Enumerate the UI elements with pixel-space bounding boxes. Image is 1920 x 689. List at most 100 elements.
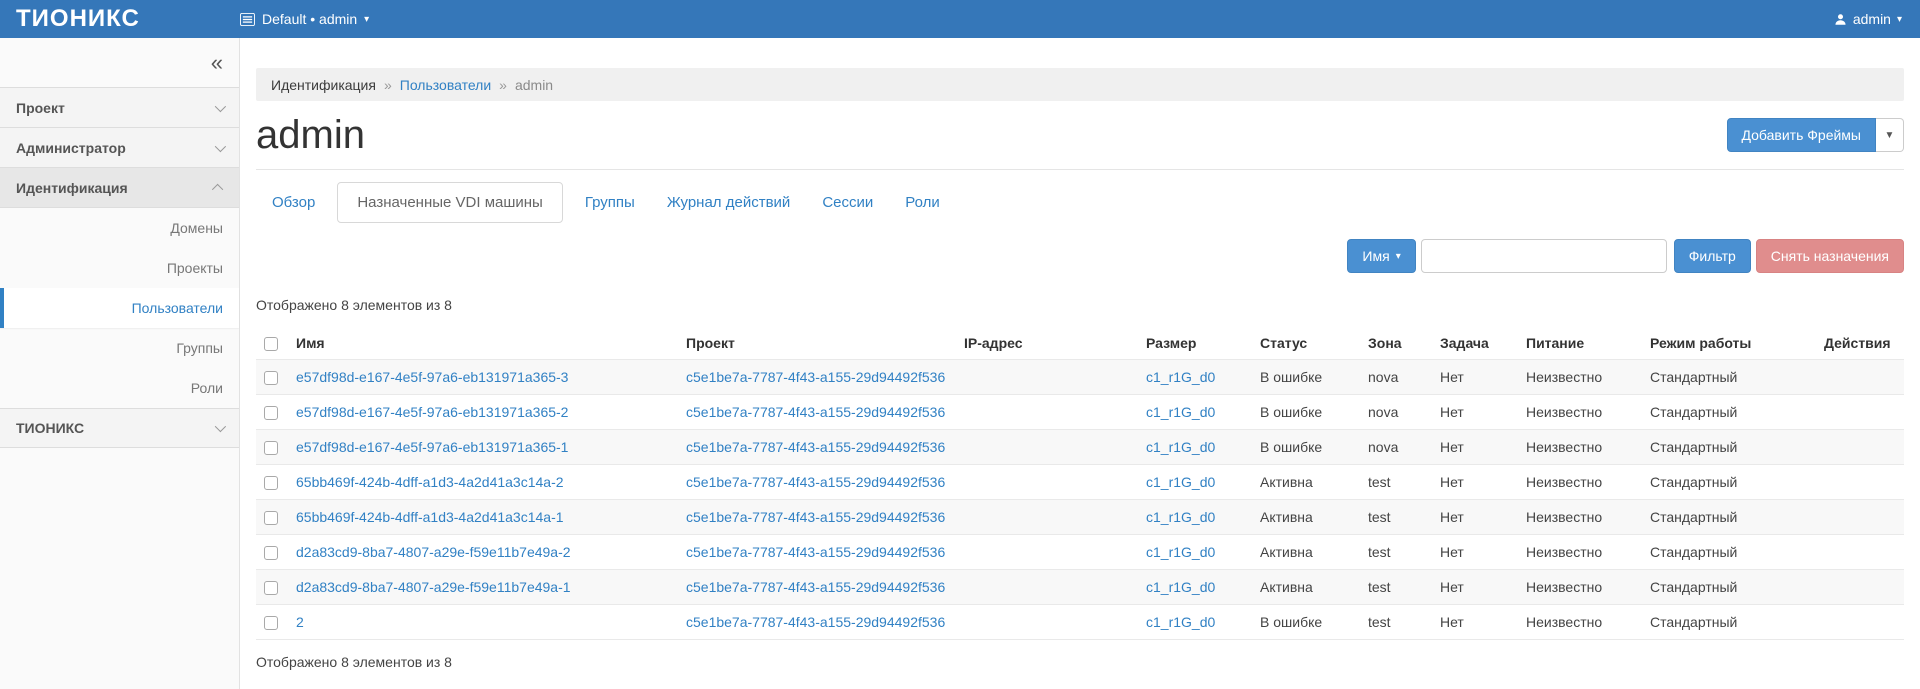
breadcrumb-separator: » [384,77,392,93]
column-header-ip: IP-адрес [956,327,1138,360]
breadcrumb-link-users[interactable]: Пользователи [400,77,491,93]
zone-cell: test [1360,570,1432,605]
sidebar-collapse-row: « [0,38,239,88]
sidebar-collapse-button[interactable]: « [211,52,223,74]
actions-cell [1816,605,1904,640]
column-header-actions: Действия [1816,327,1904,360]
user-icon [1834,13,1847,26]
size-link[interactable]: c1_r1G_d0 [1146,509,1215,525]
actions-cell [1816,500,1904,535]
row-checkbox[interactable] [264,511,278,525]
sidebar-item-domains[interactable]: Домены [0,208,239,248]
remove-assignments-button[interactable]: Снять назначения [1756,239,1904,273]
sidebar-item-label: Роли [191,380,223,396]
row-checkbox[interactable] [264,546,278,560]
breadcrumb-root: Идентификация [271,77,376,93]
size-link[interactable]: c1_r1G_d0 [1146,369,1215,385]
sidebar-section-label: ТИОНИКС [16,420,84,436]
project-link[interactable]: c5e1be7a-7787-4f43-a155-29d94492f536 [686,579,945,595]
zone-cell: nova [1360,395,1432,430]
filter-field-dropdown[interactable]: Имя ▾ [1347,239,1415,273]
chevron-down-icon: ▾ [1897,15,1902,25]
zone-cell: test [1360,605,1432,640]
row-checkbox[interactable] [264,371,278,385]
vm-name-link[interactable]: 65bb469f-424b-4dff-a1d3-4a2d41a3c14a-1 [296,509,564,525]
sidebar-item-users[interactable]: Пользователи [0,288,239,328]
row-checkbox[interactable] [264,616,278,630]
actions-cell [1816,570,1904,605]
project-link[interactable]: c5e1be7a-7787-4f43-a155-29d94492f536 [686,544,945,560]
tab-roles[interactable]: Роли [889,183,956,222]
vm-name-link[interactable]: 65bb469f-424b-4dff-a1d3-4a2d41a3c14a-2 [296,474,564,490]
sidebar-item-projects[interactable]: Проекты [0,248,239,288]
tab-action-log[interactable]: Журнал действий [651,183,806,222]
actions-cell [1816,535,1904,570]
sidebar-section-identity[interactable]: Идентификация [0,168,239,208]
table-row: d2a83cd9-8ba7-4807-a29e-f59e11b7e49a-1 c… [256,570,1904,605]
task-cell: Нет [1432,430,1518,465]
power-cell: Неизвестно [1518,360,1642,395]
chevron-down-icon [215,140,226,151]
size-link[interactable]: c1_r1G_d0 [1146,404,1215,420]
status-cell: В ошибке [1252,395,1360,430]
task-cell: Нет [1432,500,1518,535]
select-all-checkbox[interactable] [264,337,278,351]
mode-cell: Стандартный [1642,430,1816,465]
vm-name-link[interactable]: e57df98d-e167-4e5f-97a6-eb131971a365-1 [296,439,568,455]
sidebar-section-label: Идентификация [16,180,128,196]
row-checkbox[interactable] [264,476,278,490]
search-input[interactable] [1421,239,1667,273]
filter-button[interactable]: Фильтр [1674,239,1751,273]
project-link[interactable]: c5e1be7a-7787-4f43-a155-29d94492f536 [686,614,945,630]
tab-overview[interactable]: Обзор [256,183,331,222]
column-header-zone: Зона [1360,327,1432,360]
tab-sessions[interactable]: Сессии [806,183,889,222]
add-frames-caret-button[interactable]: ▼ [1876,118,1904,152]
vm-name-link[interactable]: e57df98d-e167-4e5f-97a6-eb131971a365-2 [296,404,568,420]
size-link[interactable]: c1_r1G_d0 [1146,579,1215,595]
table-row: 65bb469f-424b-4dff-a1d3-4a2d41a3c14a-2 c… [256,465,1904,500]
project-link[interactable]: c5e1be7a-7787-4f43-a155-29d94492f536 [686,404,945,420]
add-frames-button[interactable]: Добавить Фреймы [1727,118,1877,152]
zone-cell: test [1360,535,1432,570]
table-row: d2a83cd9-8ba7-4807-a29e-f59e11b7e49a-2 c… [256,535,1904,570]
sidebar-section-tionix[interactable]: ТИОНИКС [0,408,239,448]
tab-groups[interactable]: Группы [569,183,651,222]
zone-cell: test [1360,500,1432,535]
tab-assigned-vdi[interactable]: Назначенные VDI машины [337,182,563,223]
task-cell: Нет [1432,535,1518,570]
project-link[interactable]: c5e1be7a-7787-4f43-a155-29d94492f536 [686,369,945,385]
vdi-machines-table: Имя Проект IP-адрес Размер Статус Зона З… [256,327,1904,640]
vm-name-link[interactable]: 2 [296,614,304,630]
breadcrumb: Идентификация » Пользователи » admin [256,68,1904,101]
ip-cell [956,360,1138,395]
sidebar-item-label: Группы [176,340,223,356]
chevron-down-icon: ▾ [364,15,369,25]
project-link[interactable]: c5e1be7a-7787-4f43-a155-29d94492f536 [686,439,945,455]
project-link[interactable]: c5e1be7a-7787-4f43-a155-29d94492f536 [686,474,945,490]
task-cell: Нет [1432,360,1518,395]
size-link[interactable]: c1_r1G_d0 [1146,614,1215,630]
size-link[interactable]: c1_r1G_d0 [1146,439,1215,455]
user-menu[interactable]: admin ▾ [1834,11,1920,27]
chevron-down-icon [215,421,226,432]
vm-name-link[interactable]: e57df98d-e167-4e5f-97a6-eb131971a365-3 [296,369,568,385]
row-checkbox[interactable] [264,406,278,420]
power-cell: Неизвестно [1518,535,1642,570]
sidebar-section-label: Администратор [16,140,126,156]
sidebar-section-admin[interactable]: Администратор [0,128,239,168]
vm-name-link[interactable]: d2a83cd9-8ba7-4807-a29e-f59e11b7e49a-2 [296,544,571,560]
row-checkbox[interactable] [264,581,278,595]
vm-name-link[interactable]: d2a83cd9-8ba7-4807-a29e-f59e11b7e49a-1 [296,579,571,595]
context-switcher[interactable]: Default • admin ▾ [240,11,369,27]
power-cell: Неизвестно [1518,465,1642,500]
context-switcher-label: Default • admin [262,11,357,27]
row-checkbox[interactable] [264,441,278,455]
project-link[interactable]: c5e1be7a-7787-4f43-a155-29d94492f536 [686,509,945,525]
size-link[interactable]: c1_r1G_d0 [1146,544,1215,560]
sidebar-item-roles[interactable]: Роли [0,368,239,408]
sidebar-item-groups[interactable]: Группы [0,328,239,368]
size-link[interactable]: c1_r1G_d0 [1146,474,1215,490]
actions-cell [1816,430,1904,465]
sidebar-section-project[interactable]: Проект [0,88,239,128]
